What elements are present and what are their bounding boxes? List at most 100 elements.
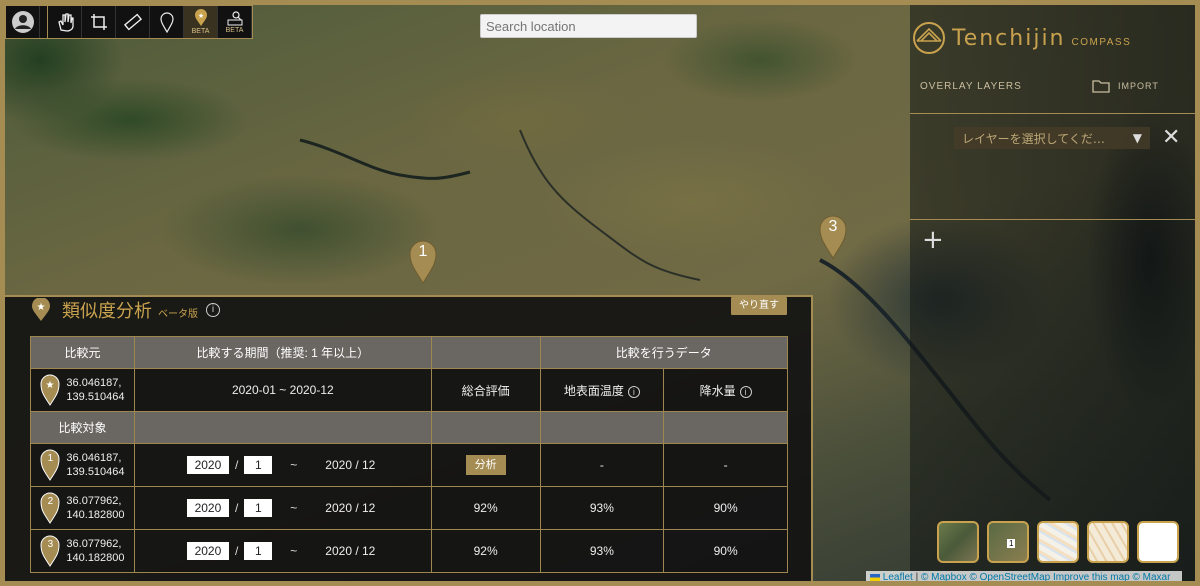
basemap-light-thumb[interactable] <box>1087 521 1129 563</box>
leaflet-link[interactable]: Leaflet <box>883 572 913 583</box>
pan-tool-button[interactable] <box>48 6 82 38</box>
info-icon[interactable]: i <box>739 385 752 398</box>
overall-label: 総合評価 <box>430 368 541 412</box>
info-icon[interactable]: i <box>627 385 640 398</box>
source-lat: 36.046187, <box>66 377 122 389</box>
target-lat: 36.046187, <box>66 452 122 464</box>
star-pin-icon: ★ <box>40 374 60 406</box>
beta-badge: BETA <box>225 27 244 34</box>
header-data: 比較を行うデータ <box>539 336 789 369</box>
pin-tool-button[interactable] <box>150 6 184 38</box>
target-lat: 36.077962, <box>66 538 122 550</box>
target-lon: 140.182800 <box>66 509 125 521</box>
pin-outline-icon <box>159 12 174 33</box>
target-header-row: 比較対象 <box>30 411 788 444</box>
add-layer-button[interactable]: + <box>922 227 944 253</box>
start-year-input[interactable] <box>186 499 229 517</box>
numbered-pin-icon: 2 <box>40 492 60 524</box>
overlay-layers-heading: OVERLAY LAYERS <box>920 81 1022 92</box>
table-row: 336.077962,140.182800 /~2020 / 12 92% 93… <box>30 529 788 573</box>
precip-header: 降水量 i <box>663 368 788 412</box>
similarity-analysis-panel: ★ 類似度分析 ベータ版 i やり直す 比較元 比較する期間（推奨: 1 年以上… <box>5 295 813 586</box>
measure-tool-button[interactable] <box>116 6 150 38</box>
map-marker-1[interactable]: 1 <box>409 240 437 284</box>
app-root: ★ BETA BETA 1 3 Tenchijin COMPASS OVERLA… <box>0 0 1200 586</box>
table-row: 136.046187,139.510464 /~2020 / 12 分析 - - <box>30 443 788 487</box>
overall-value: 92% <box>430 529 541 573</box>
start-month-input[interactable] <box>244 456 273 474</box>
tenchijin-logo-icon <box>913 22 945 54</box>
start-month-input[interactable] <box>244 542 273 560</box>
avatar-icon <box>11 11 34 33</box>
svg-text:★: ★ <box>197 12 203 20</box>
avatar-button[interactable] <box>6 6 40 38</box>
redo-button[interactable]: やり直す <box>731 297 787 315</box>
star-pin-icon: ★ <box>194 9 207 26</box>
brand-sub: COMPASS <box>1071 36 1132 48</box>
brand-name: Tenchijin <box>952 25 1066 51</box>
layer-select[interactable]: レイヤーを選択してくだ… ▼ <box>954 127 1150 149</box>
basemap-satellite-thumb[interactable] <box>937 521 979 563</box>
analysis-title: 類似度分析 <box>62 301 152 322</box>
similarity-pin-tool-button[interactable]: ★ BETA <box>184 6 218 38</box>
star-pin-icon: ★ <box>32 298 50 321</box>
basemap-streets-thumb[interactable] <box>1037 521 1079 563</box>
basemap-similarity-thumb[interactable]: 1 <box>987 521 1029 563</box>
ukraine-flag-icon <box>870 573 880 581</box>
precip-value: 90% <box>663 486 788 530</box>
osm-link[interactable]: © OpenStreetMap <box>969 572 1050 583</box>
end-period: 2020 / 12 <box>325 458 376 472</box>
temp-value: 93% <box>539 486 665 530</box>
hand-icon <box>57 13 74 32</box>
source-row: ★ 36.046187, 139.510464 2020-01 ~ 2020-12… <box>30 368 788 412</box>
improve-link[interactable]: Improve this map <box>1053 572 1130 583</box>
chevron-down-icon: ▼ <box>1132 131 1142 145</box>
thumb-badge: 1 <box>1007 539 1016 548</box>
crop-tool-button[interactable] <box>82 6 116 38</box>
start-year-input[interactable] <box>186 456 229 474</box>
brand-logo: Tenchijin COMPASS <box>912 21 1131 55</box>
svg-text:★: ★ <box>46 380 55 391</box>
analysis-header: ★ 類似度分析 ベータ版 i <box>30 297 220 323</box>
toolbar-separator <box>40 6 48 38</box>
area-search-tool-button[interactable]: BETA <box>218 6 252 38</box>
beta-label: ベータ版 <box>158 308 198 320</box>
header-source: 比較元 <box>30 336 135 369</box>
start-year-input[interactable] <box>186 542 229 560</box>
surface-temp-header: 地表面温度 i <box>539 368 665 412</box>
header-period: 比較する期間（推奨: 1 年以上） <box>133 336 432 369</box>
maxar-link[interactable]: © Maxar <box>1133 572 1171 583</box>
overall-value: 92% <box>430 486 541 530</box>
header-target: 比較対象 <box>30 411 135 444</box>
map-marker-3[interactable]: 3 <box>819 215 847 259</box>
analysis-table: 比較元 比較する期間（推奨: 1 年以上） 比較を行うデータ ★ 36.0461… <box>30 336 789 573</box>
folder-icon <box>1092 80 1110 93</box>
close-icon[interactable]: ✕ <box>1162 127 1180 149</box>
overlay-panel: Tenchijin COMPASS OVERLAY LAYERS IMPORT … <box>910 5 1195 585</box>
source-period: 2020-01 ~ 2020-12 <box>133 368 432 412</box>
end-period: 2020 / 12 <box>325 501 376 515</box>
marker-label: 1 <box>418 243 428 260</box>
source-coord-cell: ★ 36.046187, 139.510464 <box>30 368 135 412</box>
search-location-input[interactable] <box>480 14 697 38</box>
layer-select-value: レイヤーを選択してくだ… <box>962 131 1105 146</box>
beta-badge: BETA <box>191 28 210 35</box>
search-area-icon <box>227 11 242 26</box>
divider <box>910 219 1195 220</box>
basemap-blank-thumb[interactable] <box>1137 521 1179 563</box>
ruler-icon <box>123 13 142 31</box>
table-header-row: 比較元 比較する期間（推奨: 1 年以上） 比較を行うデータ <box>30 336 789 369</box>
analyze-button[interactable]: 分析 <box>465 455 506 475</box>
svg-text:★: ★ <box>37 302 46 313</box>
target-lon: 140.182800 <box>66 552 125 564</box>
info-icon[interactable]: i <box>206 303 220 317</box>
precip-value: 90% <box>663 529 788 573</box>
mapbox-link[interactable]: © Mapbox <box>921 572 967 583</box>
start-month-input[interactable] <box>244 499 273 517</box>
map-attribution: Leaflet | © Mapbox © OpenStreetMap Impro… <box>866 571 1182 586</box>
temp-value: - <box>539 443 665 487</box>
table-row: 236.077962,140.182800 /~2020 / 12 92% 93… <box>30 486 788 530</box>
import-button[interactable]: IMPORT <box>1092 79 1159 93</box>
precip-value: - <box>663 443 788 487</box>
divider <box>910 113 1195 114</box>
